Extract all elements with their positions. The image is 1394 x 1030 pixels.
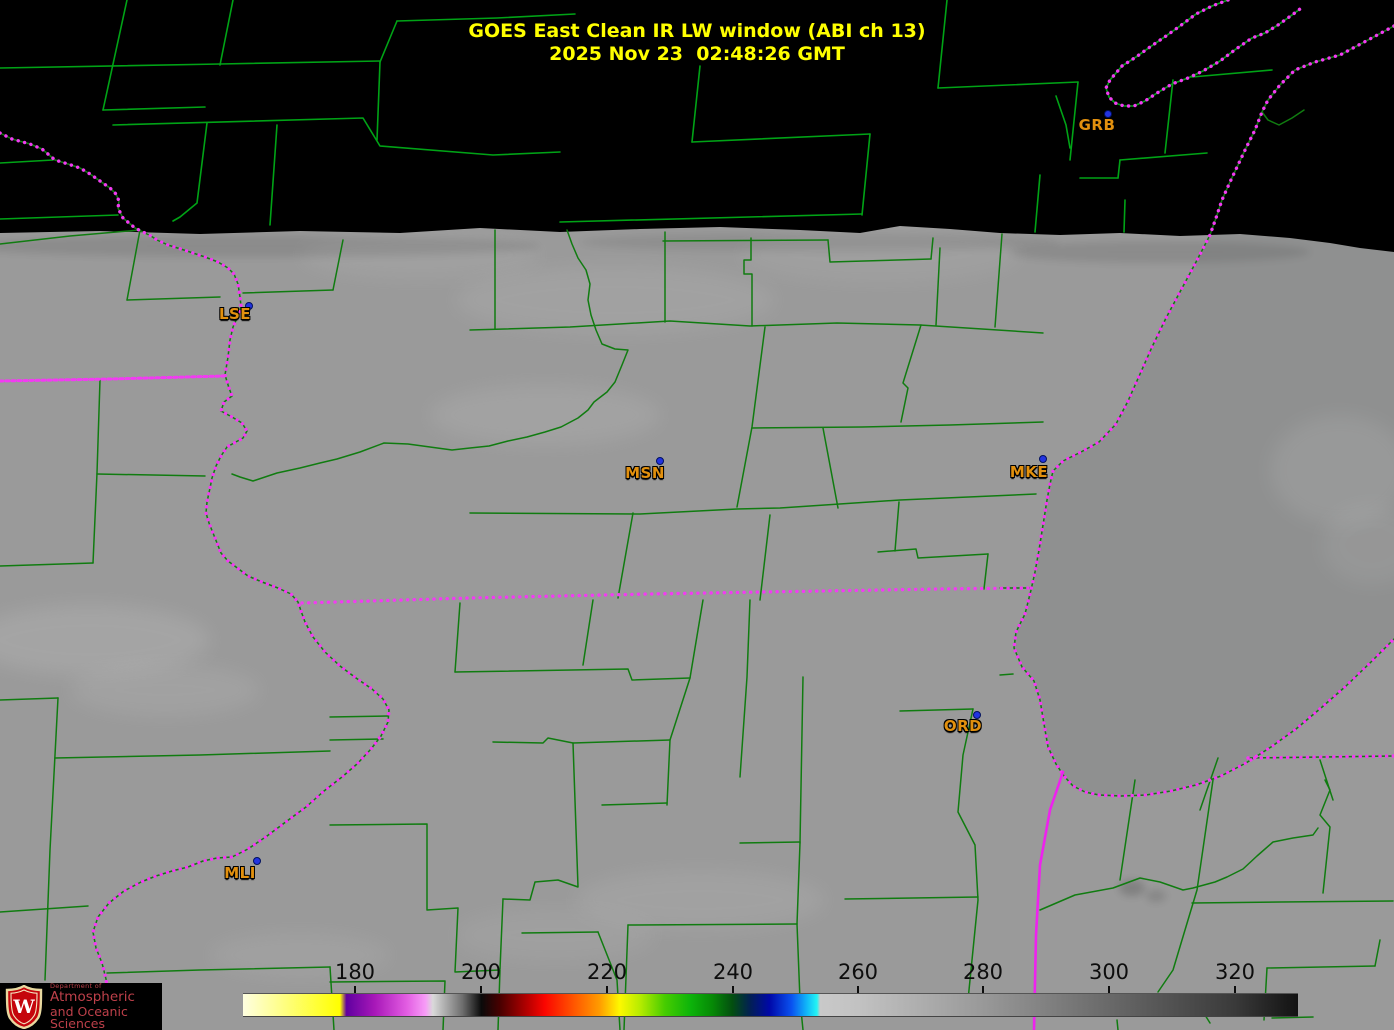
map-line bbox=[521, 931, 599, 934]
map-line bbox=[329, 738, 384, 741]
colorbar-label-240: 240 bbox=[712, 960, 754, 984]
image-title-block: GOES East Clean IR LW window (ABI ch 13)… bbox=[0, 20, 1394, 66]
station-label-LSE: LSE bbox=[218, 305, 252, 323]
uw-aos-logo: W Department of Atmospheric and Oceanic … bbox=[0, 982, 162, 1030]
colorbar-label-280: 280 bbox=[962, 960, 1004, 984]
colorbar-tick-180 bbox=[354, 986, 356, 993]
station-label-MLI: MLI bbox=[224, 864, 256, 882]
colorbar-label-320: 320 bbox=[1214, 960, 1256, 984]
station-label-MKE: MKE bbox=[1009, 463, 1049, 481]
map-line bbox=[999, 673, 1014, 676]
logo-text: Department of Atmospheric and Oceanic Sc… bbox=[50, 982, 162, 1030]
station-dot-MKE bbox=[1039, 455, 1047, 463]
colorbar-tick-320 bbox=[1234, 986, 1236, 993]
map-line bbox=[1146, 890, 1166, 902]
map-line bbox=[1010, 241, 1310, 263]
map-line bbox=[455, 909, 655, 961]
colorbar-tick-200 bbox=[480, 986, 482, 993]
map-line bbox=[430, 385, 660, 445]
colorbar-label-220: 220 bbox=[586, 960, 628, 984]
timestamp: 2025 Nov 23 02:48:26 GMT bbox=[549, 43, 845, 65]
colorbar-tick-260 bbox=[857, 986, 859, 993]
colorbar-tick-300 bbox=[1108, 986, 1110, 993]
map-line bbox=[627, 923, 798, 926]
station-label-ORD: ORD bbox=[943, 717, 983, 735]
temperature-colorbar bbox=[243, 993, 1298, 1017]
colorbar-tick-220 bbox=[606, 986, 608, 993]
product-title: GOES East Clean IR LW window (ABI ch 13) bbox=[468, 20, 926, 42]
colorbar-tick-280 bbox=[982, 986, 984, 993]
map-line bbox=[580, 233, 1060, 251]
map-line bbox=[1119, 880, 1145, 896]
station-label-MSN: MSN bbox=[625, 464, 665, 482]
colorbar-tick-240 bbox=[732, 986, 734, 993]
map-line bbox=[329, 715, 389, 718]
colorbar-label-260: 260 bbox=[837, 960, 879, 984]
map-line bbox=[1116, 1019, 1119, 1030]
station-label-GRB: GRB bbox=[1078, 116, 1116, 134]
map-line bbox=[70, 664, 260, 716]
satellite-image-viewport: GOES East Clean IR LW window (ABI ch 13)… bbox=[0, 0, 1394, 1030]
uw-crest-icon: W bbox=[5, 984, 43, 1029]
map-line bbox=[662, 239, 829, 242]
logo-name-line2: and Oceanic Sciences bbox=[50, 1003, 128, 1030]
map-line bbox=[739, 841, 801, 844]
logo-name-line1: Atmospheric bbox=[50, 989, 135, 1005]
satellite-map bbox=[0, 0, 1394, 1030]
uw-crest-letter: W bbox=[12, 996, 35, 1018]
map-line bbox=[1271, 1016, 1314, 1019]
colorbar-label-300: 300 bbox=[1088, 960, 1130, 984]
colorbar-label-180: 180 bbox=[334, 960, 376, 984]
map-line bbox=[1123, 199, 1126, 233]
colorbar-label-200: 200 bbox=[460, 960, 502, 984]
